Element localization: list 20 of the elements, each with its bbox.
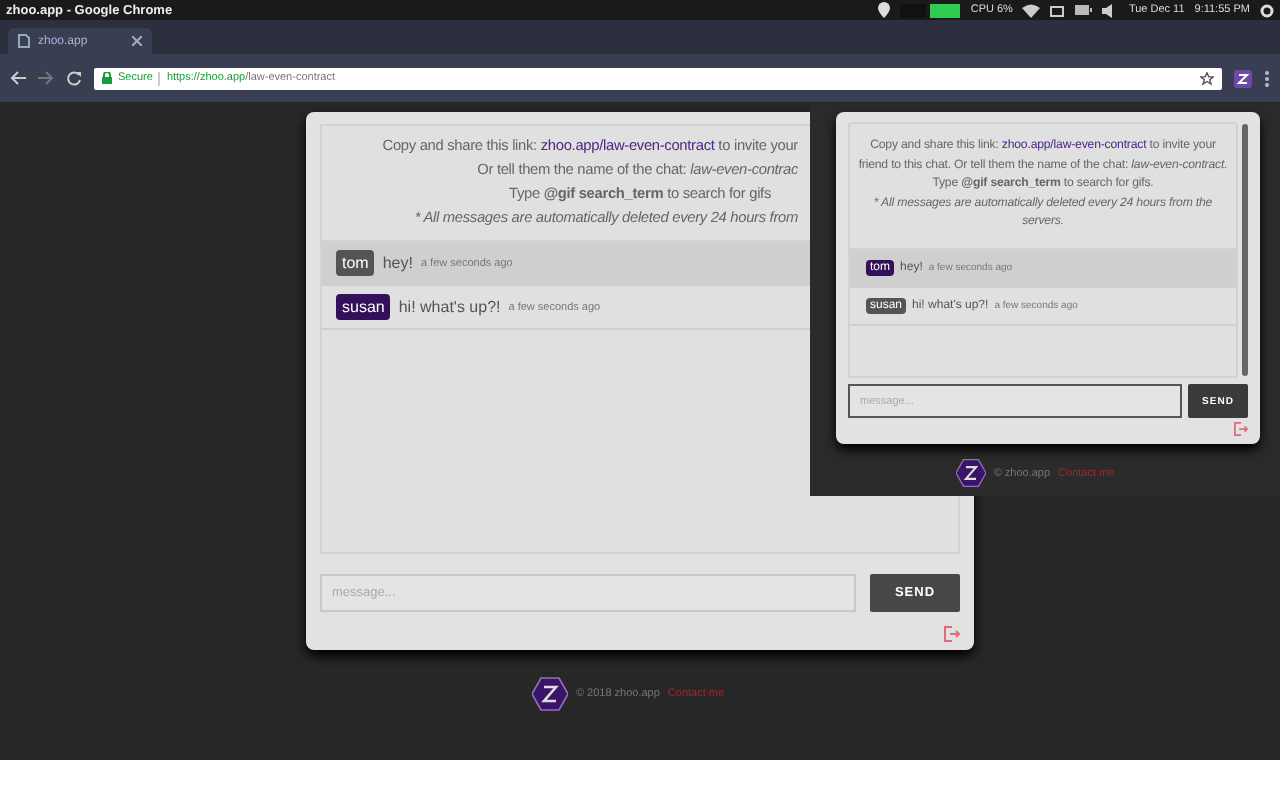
scrollbar[interactable] bbox=[1242, 124, 1248, 376]
username-tag: susan bbox=[336, 294, 391, 320]
star-icon[interactable] bbox=[1200, 71, 1214, 85]
page-icon bbox=[18, 34, 30, 48]
logo-icon[interactable] bbox=[531, 676, 568, 712]
message-text: hey! bbox=[382, 254, 413, 272]
settings-icon[interactable] bbox=[1260, 3, 1274, 17]
location-pin-icon[interactable] bbox=[878, 2, 891, 18]
menu-icon[interactable] bbox=[1264, 69, 1270, 87]
back-icon[interactable] bbox=[10, 70, 26, 86]
battery-icon[interactable] bbox=[1074, 4, 1093, 16]
reload-icon[interactable] bbox=[66, 70, 82, 86]
lock-icon bbox=[102, 72, 112, 84]
logo-icon[interactable] bbox=[955, 458, 986, 488]
username-tag: tom bbox=[336, 250, 375, 276]
system-monitor-graph-icon[interactable] bbox=[900, 3, 961, 17]
close-icon[interactable] bbox=[132, 36, 142, 46]
extension-icon[interactable] bbox=[1234, 69, 1252, 87]
message-text: hi! what's up?! bbox=[398, 298, 501, 316]
wifi-icon[interactable] bbox=[1022, 3, 1041, 17]
